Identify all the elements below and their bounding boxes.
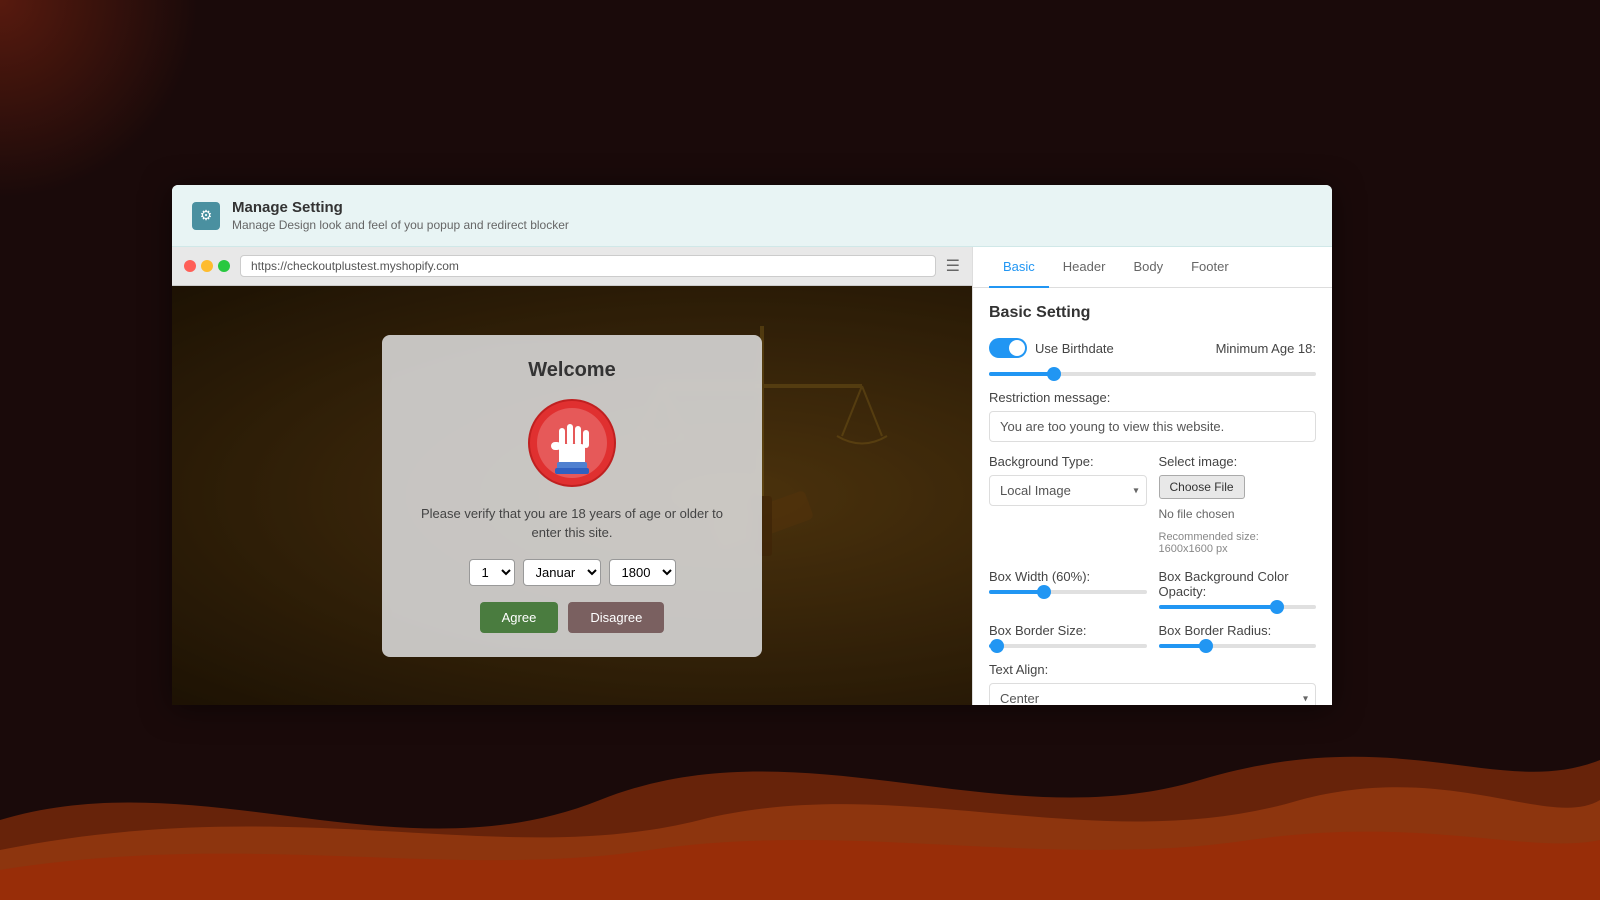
text-align-select[interactable]: Left Center Right <box>989 683 1316 705</box>
box-width-col: Box Width (60%): <box>989 569 1147 609</box>
popup-title: Welcome <box>412 359 732 382</box>
settings-tabs: Basic Header Body Footer <box>973 247 1332 288</box>
background-type-col: Background Type: Local Image URL Color ▾ <box>989 454 1147 555</box>
agree-button[interactable]: Agree <box>480 602 559 633</box>
app-window: ⚙ Manage Setting Manage Design look and … <box>172 185 1332 705</box>
text-align-label: Text Align: <box>989 662 1316 677</box>
minimum-age-slider-thumb[interactable] <box>1047 367 1061 381</box>
box-border-radius-col: Box Border Radius: <box>1159 623 1317 648</box>
app-header-text: Manage Setting Manage Design look and fe… <box>232 199 569 232</box>
popup-overlay: Welcome <box>172 286 972 705</box>
preview-area: Welcome <box>172 286 972 705</box>
box-width-label: Box Width (60%): <box>989 569 1147 584</box>
settings-content: Basic Setting Use Birthdate Minimum Age … <box>973 288 1332 705</box>
box-opacity-thumb[interactable] <box>1270 600 1284 614</box>
box-border-radius-thumb[interactable] <box>1199 639 1213 653</box>
tab-body[interactable]: Body <box>1119 247 1177 288</box>
box-opacity-track <box>1159 605 1317 609</box>
app-content: https://checkoutplustest.myshopify.com ☰ <box>172 247 1332 705</box>
box-opacity-label: Box Background Color Opacity: <box>1159 569 1317 599</box>
box-border-radius-track <box>1159 644 1317 648</box>
box-width-track <box>989 590 1147 594</box>
bg-type-image-row: Background Type: Local Image URL Color ▾… <box>989 454 1316 555</box>
use-birthdate-label: Use Birthdate <box>1035 341 1114 356</box>
popup-day-select[interactable]: 1 <box>469 559 515 586</box>
dot-yellow[interactable] <box>201 260 213 272</box>
box-border-size-label: Box Border Size: <box>989 623 1147 638</box>
minimum-age-slider-row <box>989 372 1316 376</box>
hand-svg <box>527 398 617 488</box>
app-header: ⚙ Manage Setting Manage Design look and … <box>172 185 1332 247</box>
file-input-area: Choose File No file chosen Recommended s… <box>1159 475 1317 555</box>
minimum-age-slider-track <box>989 372 1316 376</box>
choose-file-button[interactable]: Choose File <box>1159 475 1245 499</box>
box-opacity-fill <box>1159 605 1277 609</box>
box-width-fill <box>989 590 1044 594</box>
tab-footer[interactable]: Footer <box>1177 247 1243 288</box>
box-border-radius-label: Box Border Radius: <box>1159 623 1317 638</box>
popup-month-select[interactable]: Januar <box>523 559 601 586</box>
popup-body-text: Please verify that you are 18 years of a… <box>412 504 732 543</box>
text-align-row: Text Align: Left Center Right ▾ <box>989 662 1316 705</box>
restriction-message-row: Restriction message: <box>989 390 1316 442</box>
popup-year-select[interactable]: 1800 <box>609 559 676 586</box>
browser-url-bar[interactable]: https://checkoutplustest.myshopify.com <box>240 255 936 277</box>
app-title: Manage Setting <box>232 199 569 216</box>
box-opacity-col: Box Background Color Opacity: <box>1159 569 1317 609</box>
restriction-message-label: Restriction message: <box>989 390 1316 405</box>
minimum-age-label: Minimum Age 18: <box>1216 341 1316 356</box>
background-type-select-wrap: Local Image URL Color ▾ <box>989 475 1147 506</box>
dot-red[interactable] <box>184 260 196 272</box>
box-width-opacity-row: Box Width (60%): Box Background Color Op… <box>989 569 1316 609</box>
tab-basic[interactable]: Basic <box>989 247 1049 288</box>
dot-green[interactable] <box>218 260 230 272</box>
restriction-message-input[interactable] <box>989 411 1316 442</box>
text-align-select-wrap: Left Center Right ▾ <box>989 683 1316 705</box>
settings-section-title: Basic Setting <box>989 304 1316 322</box>
tab-header[interactable]: Header <box>1049 247 1120 288</box>
settings-panel: Basic Header Body Footer Basic Setting U… <box>972 247 1332 705</box>
use-birthdate-toggle[interactable] <box>989 338 1027 358</box>
select-image-col: Select image: Choose File No file chosen… <box>1159 454 1317 555</box>
box-border-row: Box Border Size: Box Border Radius: <box>989 623 1316 648</box>
popup-buttons: Agree Disagree <box>412 602 732 633</box>
minimum-age-slider-fill <box>989 372 1054 376</box>
box-border-size-thumb[interactable] <box>990 639 1004 653</box>
bg-top-left-glow <box>0 0 200 200</box>
box-border-size-col: Box Border Size: <box>989 623 1147 648</box>
browser-menu-icon[interactable]: ☰ <box>946 256 960 276</box>
popup-box: Welcome <box>382 335 762 657</box>
box-width-thumb[interactable] <box>1037 585 1051 599</box>
popup-selects: 1 Januar 1800 <box>412 559 732 586</box>
recommended-size-text: Recommended size: 1600x1600 px <box>1159 531 1317 555</box>
browser-dots <box>184 260 230 272</box>
app-subtitle: Manage Design look and feel of you popup… <box>232 218 569 232</box>
select-image-label: Select image: <box>1159 454 1317 469</box>
no-file-chosen-text: No file chosen <box>1159 507 1235 521</box>
app-logo-icon: ⚙ <box>192 202 220 230</box>
background-type-label: Background Type: <box>989 454 1147 469</box>
disagree-button[interactable]: Disagree <box>568 602 664 633</box>
popup-hand-icon <box>527 398 617 488</box>
preview-panel: https://checkoutplustest.myshopify.com ☰ <box>172 247 972 705</box>
birthdate-row: Use Birthdate Minimum Age 18: <box>989 338 1316 358</box>
bottom-wave-decoration <box>0 700 1600 900</box>
box-border-size-track <box>989 644 1147 648</box>
browser-bar: https://checkoutplustest.myshopify.com ☰ <box>172 247 972 286</box>
background-type-select[interactable]: Local Image URL Color <box>989 475 1147 506</box>
